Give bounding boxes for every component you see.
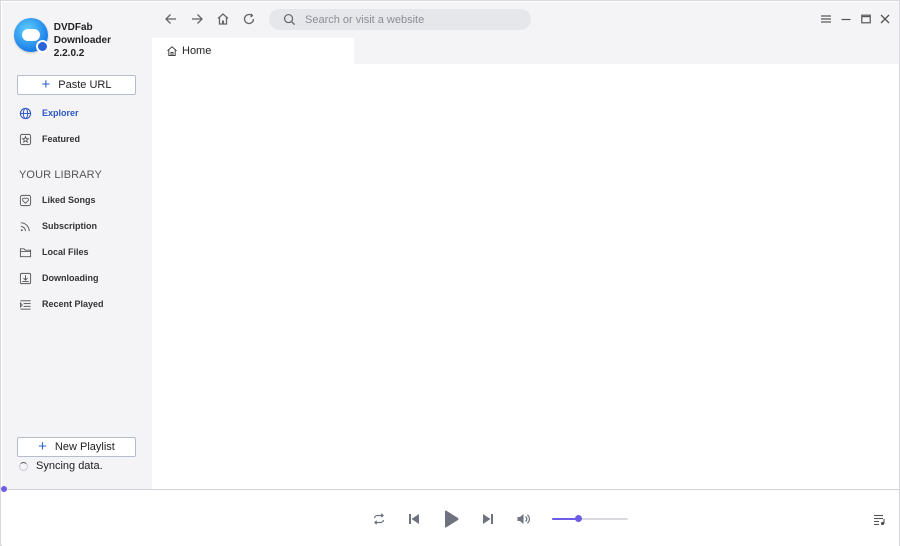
search-bar[interactable] xyxy=(269,9,531,30)
app-window: DVDFab Downloader 2.2.0.2 + Paste URL Ex… xyxy=(0,0,900,546)
plus-icon: + xyxy=(41,76,51,93)
sidebar-item-explorer[interactable]: Explorer xyxy=(19,104,79,122)
maximize-icon[interactable] xyxy=(860,13,872,25)
sidebar-item-label: Explorer xyxy=(42,108,79,118)
menu-icon[interactable] xyxy=(820,13,832,25)
volume-icon[interactable] xyxy=(516,512,531,526)
close-icon[interactable] xyxy=(879,13,891,25)
sidebar: DVDFab Downloader 2.2.0.2 + Paste URL Ex… xyxy=(2,2,152,489)
forward-arrow-icon[interactable] xyxy=(190,12,204,26)
sidebar-item-label: Liked Songs xyxy=(42,195,96,205)
sync-status: Syncing data. xyxy=(19,460,103,472)
paste-url-label: Paste URL xyxy=(58,79,112,91)
sync-status-text: Syncing data. xyxy=(36,460,103,472)
download-icon xyxy=(19,272,32,284)
home-icon[interactable] xyxy=(216,12,230,26)
plus-icon: + xyxy=(38,438,47,455)
app-logo-icon xyxy=(14,18,49,53)
sidebar-item-downloading[interactable]: Downloading xyxy=(19,269,99,287)
sidebar-item-label: Recent Played xyxy=(42,299,104,309)
folder-icon xyxy=(19,247,32,257)
home-icon xyxy=(167,46,177,56)
search-input[interactable] xyxy=(305,13,525,26)
library-heading: YOUR LIBRARY xyxy=(19,169,102,181)
minimize-icon[interactable] xyxy=(840,13,852,25)
back-arrow-icon[interactable] xyxy=(164,12,178,26)
refresh-icon[interactable] xyxy=(242,12,256,26)
browser-content xyxy=(152,64,899,489)
sidebar-item-liked-songs[interactable]: Liked Songs xyxy=(19,191,96,209)
sidebar-item-label: Local Files xyxy=(42,247,89,257)
sidebar-item-recent-played[interactable]: Recent Played xyxy=(19,295,104,313)
sidebar-item-label: Subscription xyxy=(42,221,98,231)
app-name: DVDFab Downloader xyxy=(53,22,111,46)
star-icon xyxy=(19,133,32,145)
player-bar xyxy=(1,486,899,546)
spinner-icon xyxy=(19,461,28,471)
sidebar-item-subscription[interactable]: Subscription xyxy=(19,217,97,235)
sidebar-item-label: Downloading xyxy=(42,273,99,283)
new-playlist-button[interactable]: + New Playlist xyxy=(17,437,136,457)
sidebar-item-label: Featured xyxy=(42,134,81,144)
sidebar-item-local-files[interactable]: Local Files xyxy=(19,243,89,261)
playback-progress-handle[interactable] xyxy=(1,486,7,492)
next-track-icon[interactable] xyxy=(481,512,495,526)
search-icon xyxy=(283,13,296,26)
sidebar-item-featured[interactable]: Featured xyxy=(19,130,80,148)
volume-handle[interactable] xyxy=(575,515,583,522)
app-version: 2.2.0.2 xyxy=(53,48,85,59)
new-playlist-label: New Playlist xyxy=(54,441,115,453)
paste-url-button[interactable]: + Paste URL xyxy=(17,75,136,95)
play-icon[interactable] xyxy=(442,509,460,529)
toolbar xyxy=(152,2,899,38)
repeat-icon[interactable] xyxy=(372,512,386,526)
playlist-queue-icon[interactable] xyxy=(873,513,886,526)
heart-icon xyxy=(19,194,32,206)
volume-slider[interactable] xyxy=(552,515,628,522)
rss-icon xyxy=(20,221,30,231)
history-list-icon xyxy=(19,299,31,310)
tab-bar: Home xyxy=(152,38,899,64)
brand: DVDFab Downloader 2.2.0.2 xyxy=(14,18,152,61)
globe-icon xyxy=(19,107,32,119)
previous-track-icon[interactable] xyxy=(407,512,421,526)
tab-home[interactable]: Home xyxy=(152,38,354,64)
tab-label: Home xyxy=(182,45,212,57)
